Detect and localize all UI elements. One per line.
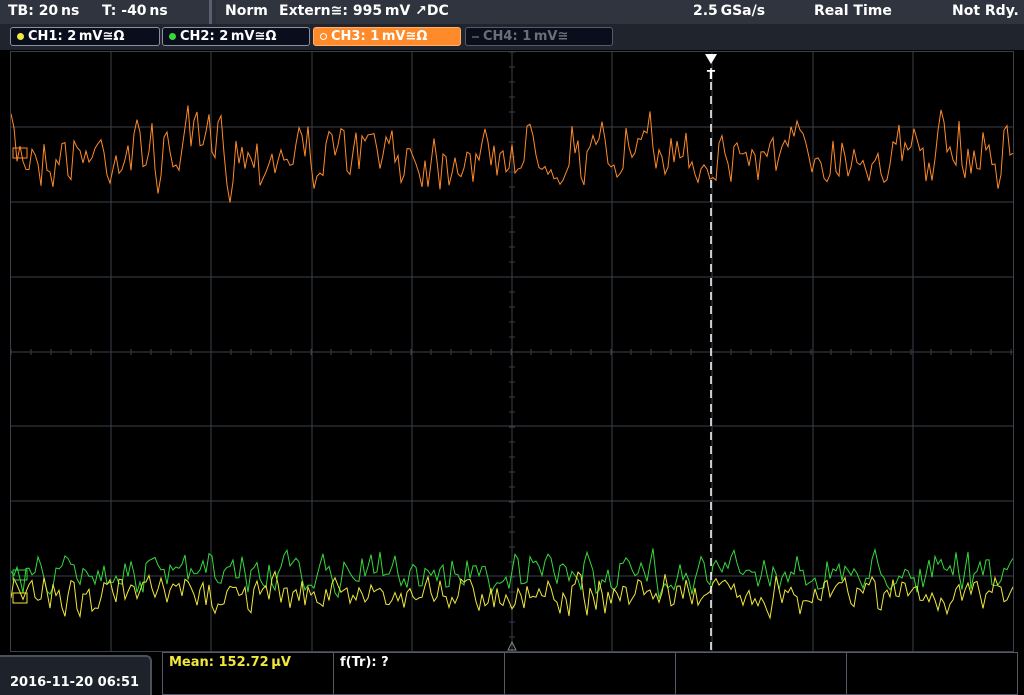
ch1-label: CH1: 2 mV≅Ω [28,29,125,44]
acquisition-mode-label[interactable]: Real Time [814,3,892,19]
channel-tab-ch3[interactable]: CH3: 1 mV≅Ω [313,27,461,46]
waveform-display[interactable]: T [10,51,1014,652]
ch4-indicator-icon [472,36,479,38]
timebase-panel[interactable]: TB: 20 ns T: -40 ns [0,0,212,24]
channel-tab-ch1[interactable]: CH1: 2 mV≅Ω [10,27,160,46]
trigger-arrow-icon [705,54,717,64]
trigger-panel[interactable]: Norm Extern≅: 995 mV ↗DC 2.5 GSa/s Real … [216,0,1024,24]
sample-rate-label: 2.5 GSa/s [693,3,766,19]
trigger-offset-label[interactable]: T: -40 ns [102,3,168,19]
timebase-label[interactable]: TB: 20 ns [8,3,79,19]
top-status-bar: TB: 20 ns T: -40 ns Norm Extern≅: 995 mV… [0,0,1024,24]
datetime-box: 2016-11-20 06:51 [0,655,152,695]
ch2-indicator-icon [169,33,176,40]
ch3-ground-marker [12,147,28,159]
measurement-mean: Mean: 152.72 µV [169,655,291,670]
datetime-label: 2016-11-20 06:51 [10,675,140,690]
measurement-cell-3[interactable] [504,652,676,695]
waveform-svg: T [11,52,1013,651]
status-label: Not Rdy. [952,3,1019,19]
measurement-cell-5[interactable] [846,652,1018,695]
ch3-indicator-icon [320,33,327,40]
measurement-cell-4[interactable] [675,652,847,695]
ch3-label: CH3: 1 mV≅Ω [331,29,428,44]
measurement-cell-1[interactable]: Mean: 152.72 µV [162,652,334,695]
trigger-mode-label[interactable]: Norm [225,3,268,19]
trigger-marker-label: T [707,68,716,82]
trigger-source-label[interactable]: Extern≅: 995 mV ↗DC [279,3,449,19]
ch4-label: CH4: 1 mV≅ [483,29,569,44]
channel-tabs-row: CH1: 2 mV≅Ω CH2: 2 mV≅Ω CH3: 1 mV≅Ω CH4:… [0,24,1024,50]
measurement-cell-2[interactable]: f(Tr): ? [333,652,505,695]
measurement-f-tr: f(Tr): ? [340,655,389,670]
ch1-indicator-icon [17,33,24,40]
ch2-label: CH2: 2 mV≅Ω [180,29,277,44]
channel-tab-ch2[interactable]: CH2: 2 mV≅Ω [162,27,310,46]
channel-tab-ch4[interactable]: CH4: 1 mV≅ [465,27,613,46]
